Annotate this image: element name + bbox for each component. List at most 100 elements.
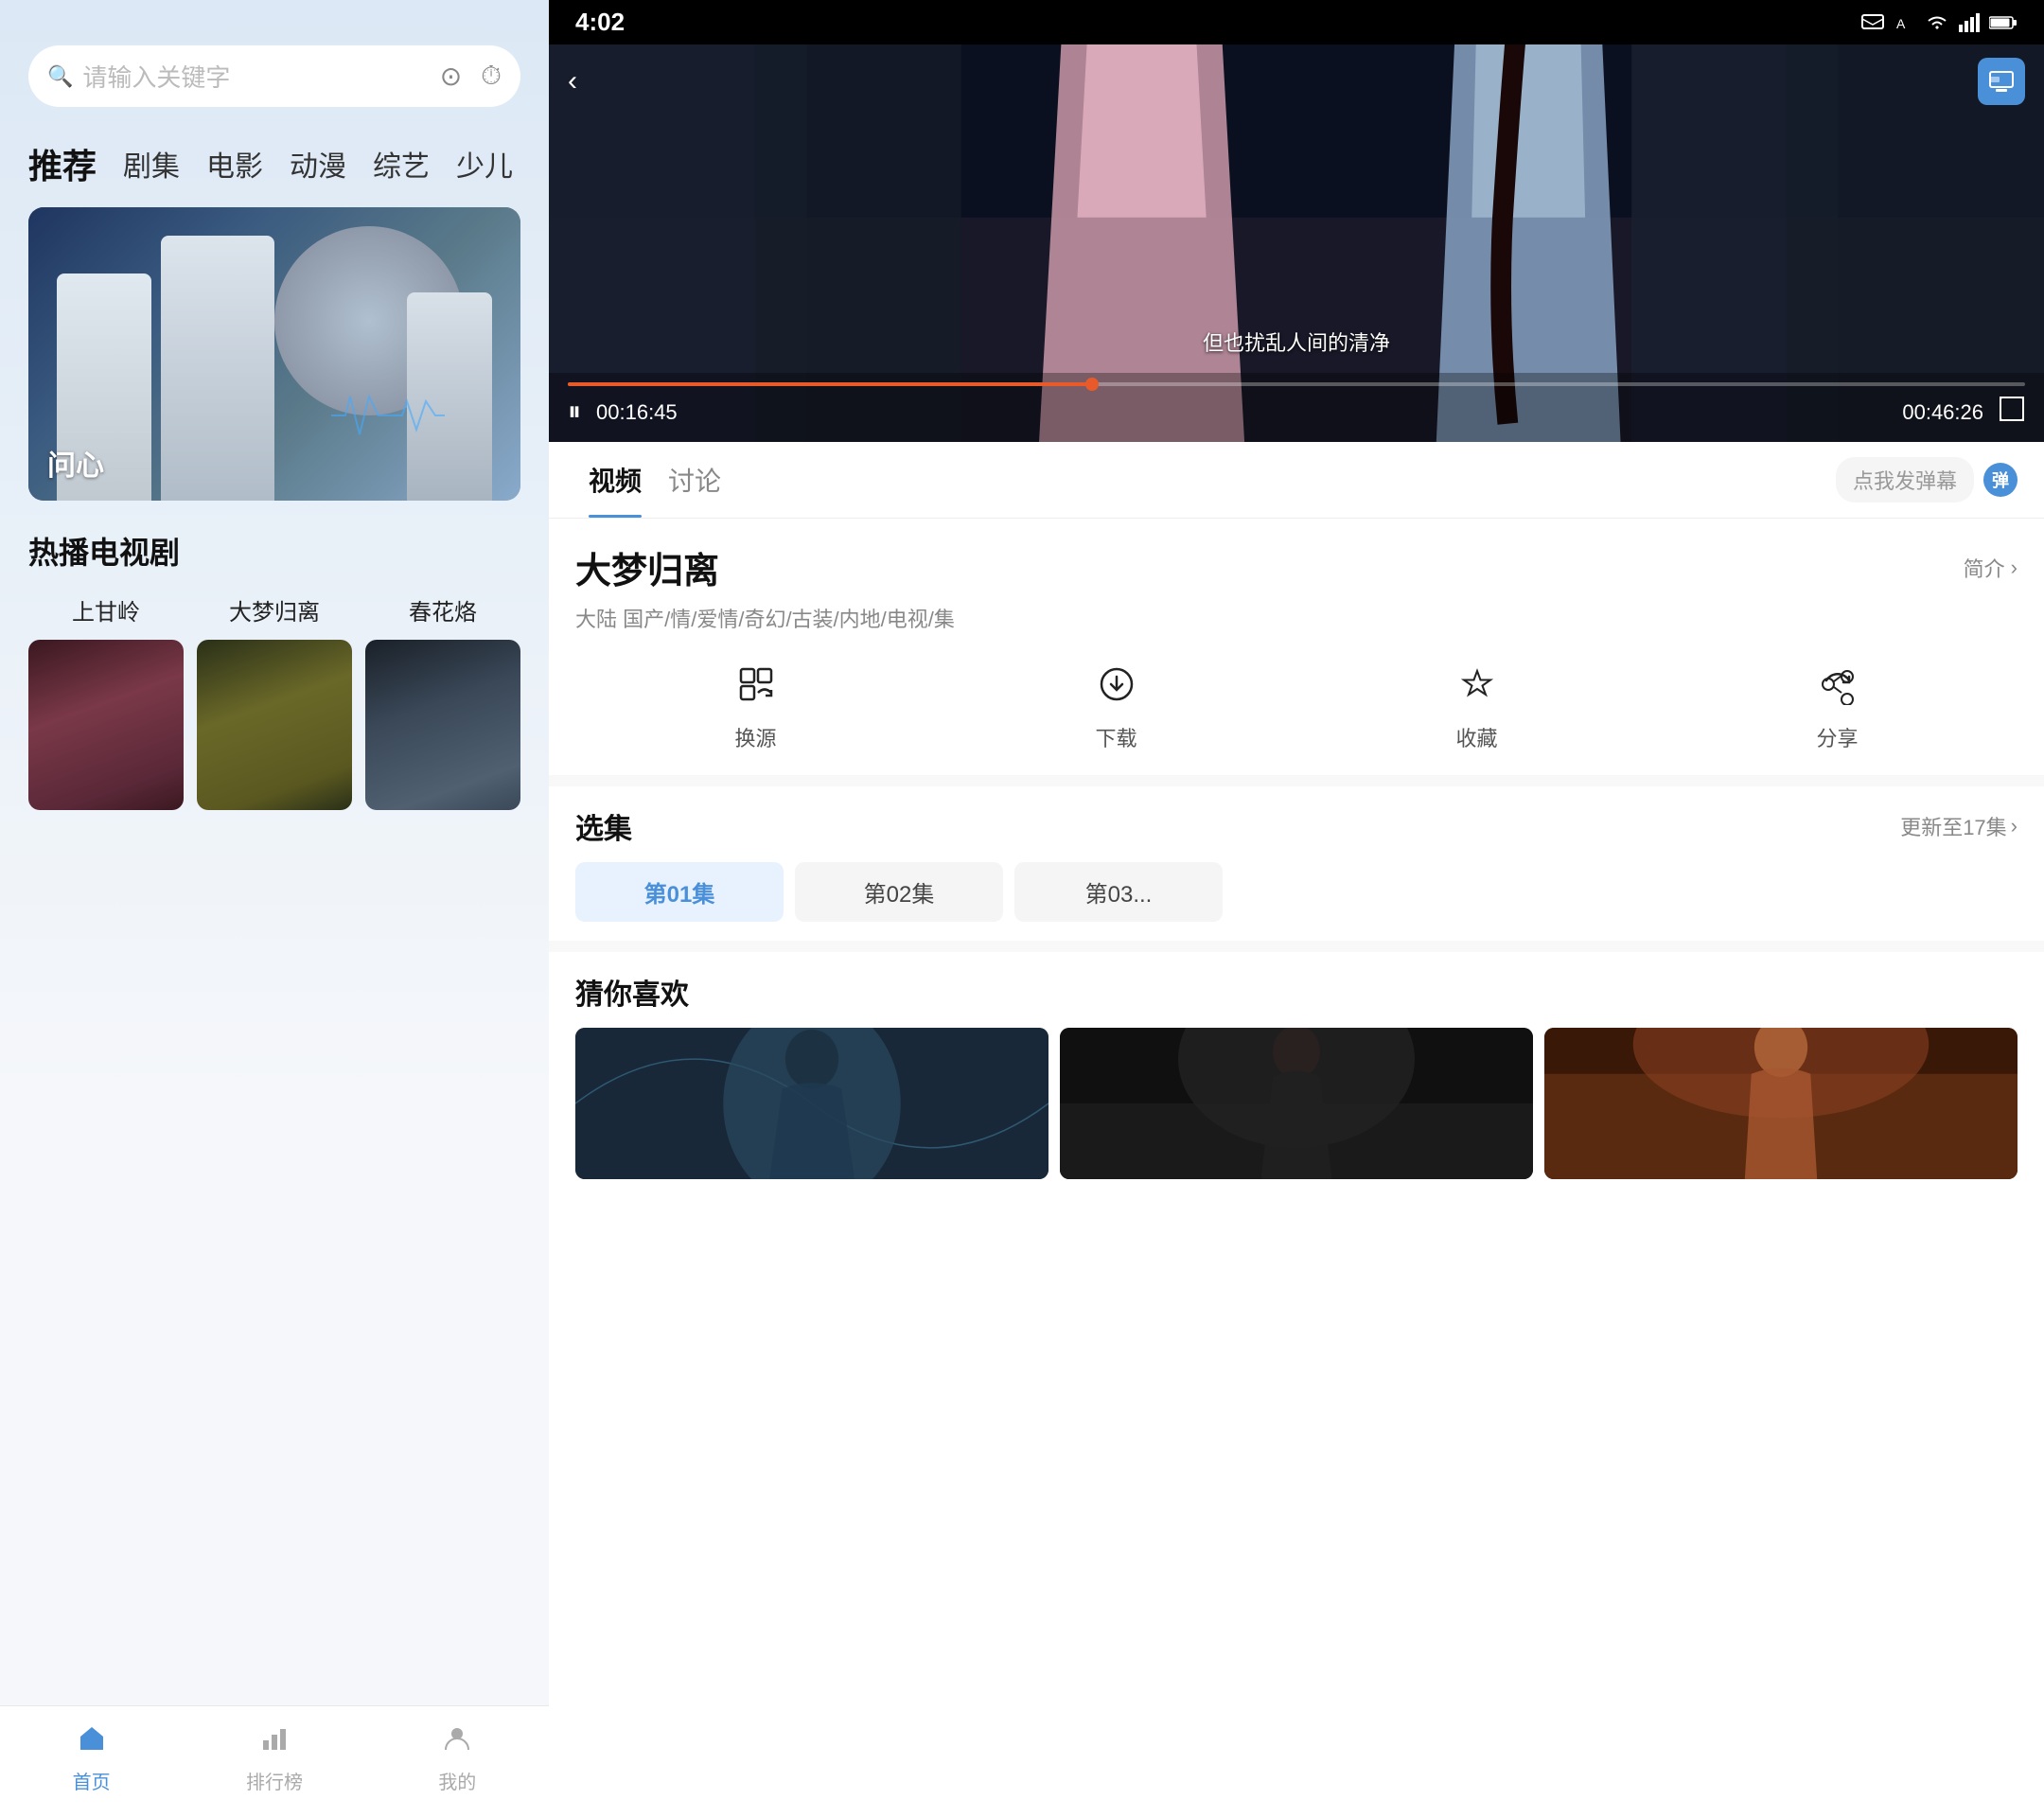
share-svg <box>1817 663 1859 705</box>
bottom-nav-rank-label: 排行榜 <box>246 1767 303 1794</box>
video-subtitle: 但也扰乱人间的清净 <box>549 326 2044 357</box>
tab-variety[interactable]: 综艺 <box>373 139 430 188</box>
episode-btn-3[interactable]: 第03... <box>1014 862 1223 922</box>
tab-movie[interactable]: 电影 <box>206 139 263 188</box>
episode-header: 选集 更新至17集 › <box>575 805 2018 847</box>
action-share[interactable]: 分享 <box>1657 656 2018 760</box>
danmu-badge[interactable]: 弹 <box>1983 463 2018 497</box>
drama-card-1-title: 上甘岭 <box>28 586 184 626</box>
rec-card-2-img <box>1060 1028 1533 1179</box>
battery-icon <box>1989 15 2018 30</box>
bottom-nav-mine[interactable]: 我的 <box>366 1723 549 1794</box>
status-icons: A <box>1860 12 2018 33</box>
drama-card-wrap-3: 优酷出品 生花剧场 已完结 春花烙 <box>365 586 520 626</box>
episode-update[interactable]: 更新至17集 › <box>1900 811 2018 841</box>
right-panel: 4:02 A <box>549 0 2044 1817</box>
wifi-icon <box>1925 12 1949 33</box>
episode-btn-1[interactable]: 第01集 <box>575 862 784 922</box>
video-progress-bar[interactable] <box>568 382 2025 386</box>
drama-row: 优酷全程独播 请期待 优酷 上甘岭 更新至17集 大梦 <box>0 586 549 626</box>
fullscreen-button[interactable] <box>1999 396 2025 429</box>
tab-anime[interactable]: 动漫 <box>290 139 346 188</box>
bottom-nav: 首页 排行榜 我的 <box>0 1705 549 1817</box>
play-pause-button[interactable]: ⏸ <box>568 397 581 428</box>
intro-button[interactable]: 简介 › <box>1964 553 2018 583</box>
hero-title: 问心 <box>47 442 104 484</box>
action-favorite[interactable]: 收藏 <box>1296 656 1657 760</box>
video-controls: ⏸ 00:16:45 00:46:26 <box>549 373 2044 442</box>
danmu-input[interactable]: 点我发弹幕 <box>1836 457 1974 503</box>
video-info: 大梦归离 简介 › 大陆 国产/情/爱情/奇幻/古装/内地/电视/集 <box>549 519 2044 775</box>
video-player[interactable]: 但也扰乱人间的清净 ‹ <box>549 44 2044 442</box>
action-buttons: 换源 下载 收藏 <box>575 656 2018 760</box>
download-icon <box>1096 663 1137 714</box>
tab-series[interactable]: 剧集 <box>123 139 180 188</box>
drama-row-second <box>0 626 549 810</box>
search-input[interactable]: 请输入关键字 <box>82 59 430 94</box>
recommend-card-2[interactable] <box>1060 1028 1533 1179</box>
switch-source-svg <box>735 663 777 705</box>
video-logo <box>1978 58 2025 105</box>
bottom-nav-home-label: 首页 <box>73 1767 111 1794</box>
tv-logo-icon <box>1984 64 2018 98</box>
mine-icon <box>442 1723 472 1761</box>
search-bar[interactable]: 🔍 请输入关键字 ⊙ ⏱ <box>28 45 520 107</box>
tab-kids[interactable]: 少儿 <box>456 139 513 188</box>
episode-title: 选集 <box>575 805 632 847</box>
drama-card-wrap-1: 优酷全程独播 请期待 优酷 上甘岭 <box>28 586 184 626</box>
status-bar: 4:02 A <box>549 0 2044 44</box>
action-favorite-label: 收藏 <box>1455 722 1497 752</box>
status-time: 4:02 <box>575 8 625 37</box>
video-meta: 大陆 国产/情/爱情/奇幻/古装/内地/电视/集 <box>575 603 2018 633</box>
bottom-nav-rank[interactable]: 排行榜 <box>183 1723 365 1794</box>
tab-video[interactable]: 视频 <box>575 442 655 518</box>
notification-icon <box>1860 13 1885 32</box>
left-panel: 🔍 请输入关键字 ⊙ ⏱ 推荐 剧集 电影 动漫 综艺 少儿 问心 热播电视剧 <box>0 0 549 1817</box>
hero-banner[interactable]: 问心 <box>28 207 520 501</box>
tab-recommend[interactable]: 推荐 <box>28 135 97 192</box>
video-controls-row: ⏸ 00:16:45 00:46:26 <box>568 396 2025 429</box>
recommend-row <box>575 1028 2018 1179</box>
signal-icon <box>1959 13 1980 32</box>
home-icon <box>77 1723 107 1761</box>
recommend-title: 猜你喜欢 <box>575 971 2018 1013</box>
tab-discuss[interactable]: 讨论 <box>655 442 734 518</box>
download-icon[interactable]: ⊙ <box>440 61 462 92</box>
drama-card-3-title: 春花烙 <box>365 586 520 626</box>
episode-btn-2[interactable]: 第02集 <box>795 862 1003 922</box>
recommend-card-1[interactable] <box>575 1028 1048 1179</box>
recommend-card-3[interactable] <box>1544 1028 2018 1179</box>
nav-tabs: 推荐 剧集 电影 动漫 综艺 少儿 <box>0 126 549 207</box>
video-info-title-row: 大梦归离 简介 › <box>575 541 2018 593</box>
action-download[interactable]: 下载 <box>936 656 1296 760</box>
svg-text:A: A <box>1896 16 1906 31</box>
rec-card-3-img <box>1544 1028 2018 1179</box>
history-icon[interactable]: ⏱ <box>481 61 502 92</box>
rec-card-1-img <box>575 1028 1048 1179</box>
drama-sm-2[interactable] <box>197 640 352 810</box>
hot-section-title: 热播电视剧 <box>0 520 549 586</box>
fullscreen-icon <box>1999 396 2025 422</box>
video-time-current: 00:16:45 <box>596 400 678 425</box>
episode-list: 第01集 第02集 第03... <box>575 862 2018 922</box>
action-switch-source[interactable]: 换源 <box>575 656 936 760</box>
hero-figure-center <box>161 236 274 501</box>
video-back-button[interactable]: ‹ <box>568 65 577 97</box>
favorite-svg <box>1456 663 1498 705</box>
bottom-nav-mine-label: 我的 <box>438 1767 476 1794</box>
action-switch-source-label: 换源 <box>734 722 776 752</box>
action-download-label: 下载 <box>1095 722 1137 752</box>
rank-icon <box>259 1723 290 1761</box>
recommend-section: 猜你喜欢 <box>549 952 2044 1817</box>
bottom-nav-home[interactable]: 首页 <box>0 1723 183 1794</box>
video-scene: 但也扰乱人间的清净 ‹ <box>549 44 2044 442</box>
switch-source-icon <box>735 663 777 714</box>
favorite-icon <box>1456 663 1498 714</box>
download-svg <box>1096 663 1137 705</box>
drama-sm-3[interactable] <box>365 640 520 810</box>
video-title: 大梦归离 <box>575 541 719 593</box>
drama-sm-1[interactable] <box>28 640 184 810</box>
drama-card-2-title: 大梦归离 <box>197 586 352 626</box>
action-share-label: 分享 <box>1816 722 1858 752</box>
search-actions: ⊙ ⏱ <box>440 61 502 92</box>
